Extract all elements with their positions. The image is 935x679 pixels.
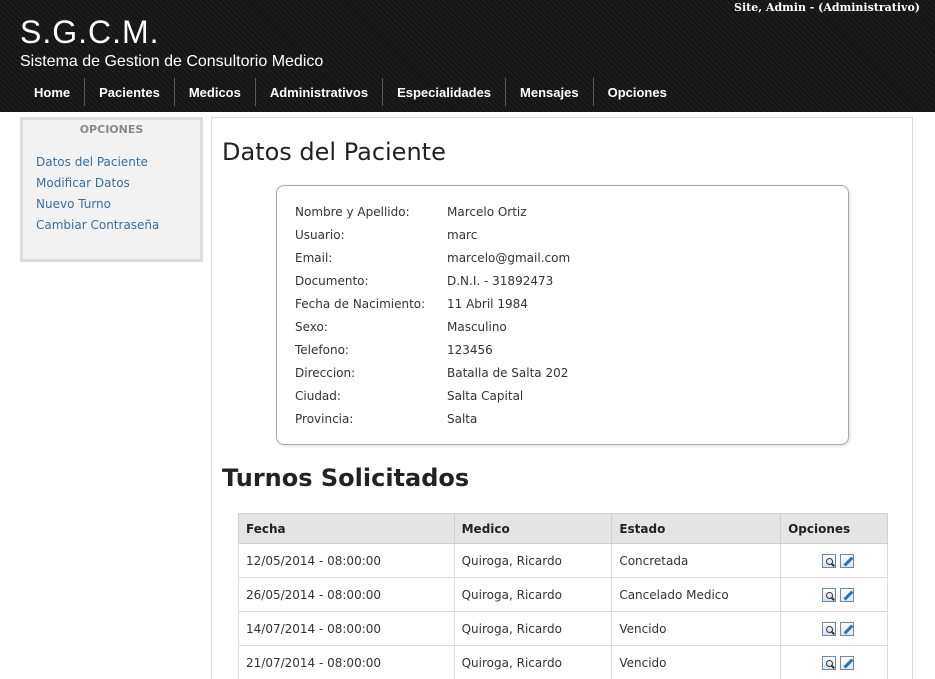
sidebar-options: OPCIONES Datos del Paciente Modificar Da…: [20, 117, 203, 262]
cell-medico: Quiroga, Ricardo: [453, 577, 613, 612]
cell-estado: Vencido: [611, 645, 782, 679]
info-label: Documento:: [295, 274, 369, 288]
cell-medico: Quiroga, Ricardo: [453, 543, 613, 578]
nav-item-medicos[interactable]: Medicos: [173, 78, 255, 106]
info-label: Usuario:: [295, 228, 345, 242]
table-row: 12/05/2014 - 08:00:00 Quiroga, Ricardo C…: [238, 543, 888, 578]
table-row: 14/07/2014 - 08:00:00 Quiroga, Ricardo V…: [238, 611, 888, 646]
nav-item-especialidades[interactable]: Especialidades: [382, 78, 505, 106]
info-label: Direccion:: [295, 366, 356, 380]
cell-fecha: 26/05/2014 - 08:00:00: [238, 577, 455, 612]
info-label: Nombre y Apellido:: [295, 205, 410, 219]
cell-estado: Vencido: [611, 611, 782, 646]
cell-fecha: 21/07/2014 - 08:00:00: [238, 645, 455, 679]
column-header-estado: Estado: [611, 513, 782, 544]
nav-item-administrativos[interactable]: Administrativos: [254, 78, 382, 106]
site-subtitle: Sistema de Gestion de Consultorio Medico: [20, 53, 324, 70]
cell-opciones: [780, 577, 888, 612]
sidebar-item-datos-paciente: Datos del Paciente: [36, 155, 200, 176]
info-value: marcelo@gmail.com: [447, 251, 571, 265]
info-label: Ciudad:: [295, 389, 341, 403]
page-title: Datos del Paciente: [222, 138, 446, 166]
cell-estado: Concretada: [611, 543, 782, 578]
sidebar-title: OPCIONES: [79, 123, 144, 136]
view-icon[interactable]: [821, 655, 836, 670]
edit-icon[interactable]: [839, 587, 854, 602]
cell-medico: Quiroga, Ricardo: [453, 611, 613, 646]
user-info[interactable]: Site, Admin - (Administrativo): [734, 1, 920, 14]
sidebar-item-cambiar-contrasena: Cambiar Contraseña: [36, 218, 200, 239]
info-value: D.N.I. - 31892473: [447, 274, 554, 288]
info-value: Masculino: [447, 320, 507, 334]
column-header-medico: Medico: [453, 513, 613, 544]
sidebar-link-modificar-datos[interactable]: Modificar Datos: [36, 176, 130, 190]
cell-fecha: 12/05/2014 - 08:00:00: [238, 543, 455, 578]
info-label: Sexo:: [295, 320, 328, 334]
cell-opciones: [780, 543, 888, 578]
column-header-fecha: Fecha: [238, 513, 455, 544]
cell-opciones: [780, 611, 888, 646]
sidebar-link-datos-paciente[interactable]: Datos del Paciente: [36, 155, 148, 169]
view-icon[interactable]: [821, 621, 836, 636]
info-value: marc: [447, 228, 478, 242]
info-label: Provincia:: [295, 412, 354, 426]
main-panel: Datos del Paciente Nombre y Apellido: Ma…: [211, 117, 913, 679]
turnos-table: Fecha Medico Estado Opciones 12/05/2014 …: [238, 513, 888, 679]
view-icon[interactable]: [821, 553, 836, 568]
cell-medico: Quiroga, Ricardo: [453, 645, 613, 679]
sidebar-link-nuevo-turno[interactable]: Nuevo Turno: [36, 197, 111, 211]
table-row: 21/07/2014 - 08:00:00 Quiroga, Ricardo V…: [238, 645, 888, 679]
table-row: 26/05/2014 - 08:00:00 Quiroga, Ricardo C…: [238, 577, 888, 612]
turnos-title: Turnos Solicitados: [222, 464, 470, 492]
nav-item-opciones[interactable]: Opciones: [592, 78, 681, 106]
info-value: 11 Abril 1984: [447, 297, 528, 311]
info-value: 123456: [447, 343, 493, 357]
nav-item-home[interactable]: Home: [20, 78, 84, 106]
info-value: Salta: [447, 412, 478, 426]
sidebar-list: Datos del Paciente Modificar Datos Nuevo…: [23, 155, 200, 239]
info-label: Fecha de Nacimiento:: [295, 297, 426, 311]
site-title: S.G.C.M.: [20, 14, 160, 50]
edit-icon[interactable]: [839, 553, 854, 568]
nav-item-mensajes[interactable]: Mensajes: [505, 78, 593, 106]
cell-fecha: 14/07/2014 - 08:00:00: [238, 611, 455, 646]
view-icon[interactable]: [821, 587, 836, 602]
main-nav: Home Pacientes Medicos Administrativos E…: [20, 78, 681, 106]
info-value: Marcelo Ortiz: [447, 205, 527, 219]
info-label: Email:: [295, 251, 333, 265]
sidebar-link-cambiar-contrasena[interactable]: Cambiar Contraseña: [36, 218, 159, 232]
info-value: Batalla de Salta 202: [447, 366, 569, 380]
sidebar-item-modificar-datos: Modificar Datos: [36, 176, 200, 197]
column-header-opciones: Opciones: [780, 513, 888, 544]
cell-estado: Cancelado Medico: [611, 577, 782, 612]
info-value: Salta Capital: [447, 389, 524, 403]
edit-icon[interactable]: [839, 621, 854, 636]
info-label: Telefono:: [295, 343, 349, 357]
table-header-row: Fecha Medico Estado Opciones: [238, 513, 888, 544]
nav-item-pacientes[interactable]: Pacientes: [84, 78, 174, 106]
sidebar-item-nuevo-turno: Nuevo Turno: [36, 197, 200, 218]
site-header: Site, Admin - (Administrativo) S.G.C.M. …: [0, 0, 935, 112]
cell-opciones: [780, 645, 888, 679]
edit-icon[interactable]: [839, 655, 854, 670]
patient-info-box: Nombre y Apellido: Marcelo Ortiz Usuario…: [276, 185, 849, 445]
